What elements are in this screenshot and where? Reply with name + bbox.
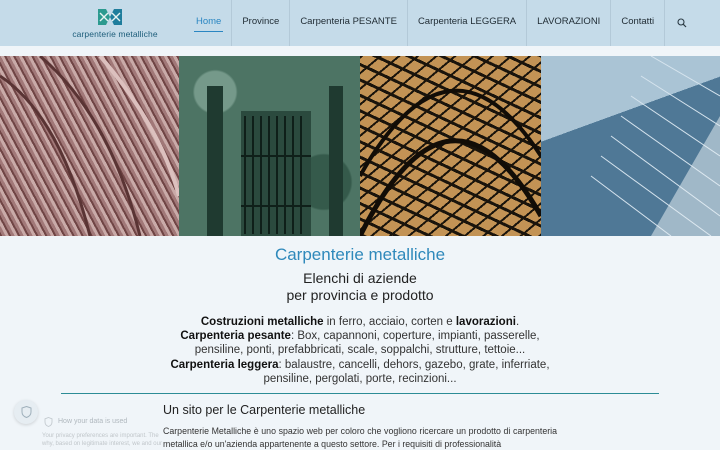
privacy-text: Your privacy preferences are important. … (42, 432, 162, 448)
nav-home[interactable]: Home (186, 0, 231, 46)
privacy-button[interactable] (14, 400, 38, 424)
nav-carpenteria-leggera[interactable]: Carpenteria LEGGERA (406, 0, 526, 46)
shield-icon (21, 406, 31, 418)
search-icon (677, 18, 687, 28)
hero-banner (0, 56, 720, 236)
section-paragraph: Carpenterie Metalliche è uno spazio web … (163, 426, 557, 449)
privacy-widget: How your data is used Your privacy prefe… (6, 398, 166, 450)
page-title: Carpenterie metalliche (274, 245, 446, 264)
nav-contatti[interactable]: Contatti (610, 0, 664, 46)
main-nav: Home Province Carpenteria PESANTE Carpen… (186, 0, 698, 46)
hero-image-gate (179, 56, 360, 236)
nav-carpenteria-pesante[interactable]: Carpenteria PESANTE (289, 0, 407, 46)
desc-bold-3: Carpenteria pesante (180, 330, 291, 343)
nav-province[interactable]: Province (231, 0, 289, 46)
desc-bold-2: lavorazioni (455, 316, 516, 328)
page-subtitle: Elenchi di aziende per provincia e prodo… (0, 270, 720, 304)
hero-image-arches (0, 56, 179, 236)
logo-icon (98, 9, 122, 25)
desc-text-2: . (515, 316, 520, 328)
desc-bold-4: Carpenteria leggera (170, 358, 279, 371)
intro-description: Costruzioni metalliche in ferro, acciaio… (166, 315, 554, 386)
desc-text-1: in ferro, acciaio, corten e (323, 316, 456, 328)
search-button[interactable] (664, 0, 698, 46)
privacy-title: How your data is used (58, 418, 128, 425)
desc-text-4: : balaustre, cancelli, dehors, gazebo, g… (263, 358, 550, 385)
hero-image-roof (360, 56, 541, 236)
logo-text: carpenterie metalliche (72, 29, 158, 39)
section-divider (61, 393, 659, 394)
section-title: Un sito per le Carpenterie metalliche (163, 403, 366, 417)
hero-image-bridge (541, 56, 720, 236)
privacy-text-line-2: why, based on legitimate interest, we an… (42, 441, 162, 447)
site-logo[interactable]: carpenterie metalliche (70, 6, 160, 40)
nav-lavorazioni[interactable]: LAVORAZIONI (526, 0, 610, 46)
site-header: carpenterie metalliche Home Province Car… (0, 0, 720, 46)
desc-bold-1: Costruzioni metalliche (200, 316, 324, 328)
privacy-shield-icon (44, 417, 53, 427)
privacy-text-line-1: Your privacy preferences are important. … (42, 433, 159, 439)
subtitle-line-1: Elenchi di aziende (303, 270, 417, 286)
subtitle-line-2: per provincia e prodotto (286, 287, 434, 303)
